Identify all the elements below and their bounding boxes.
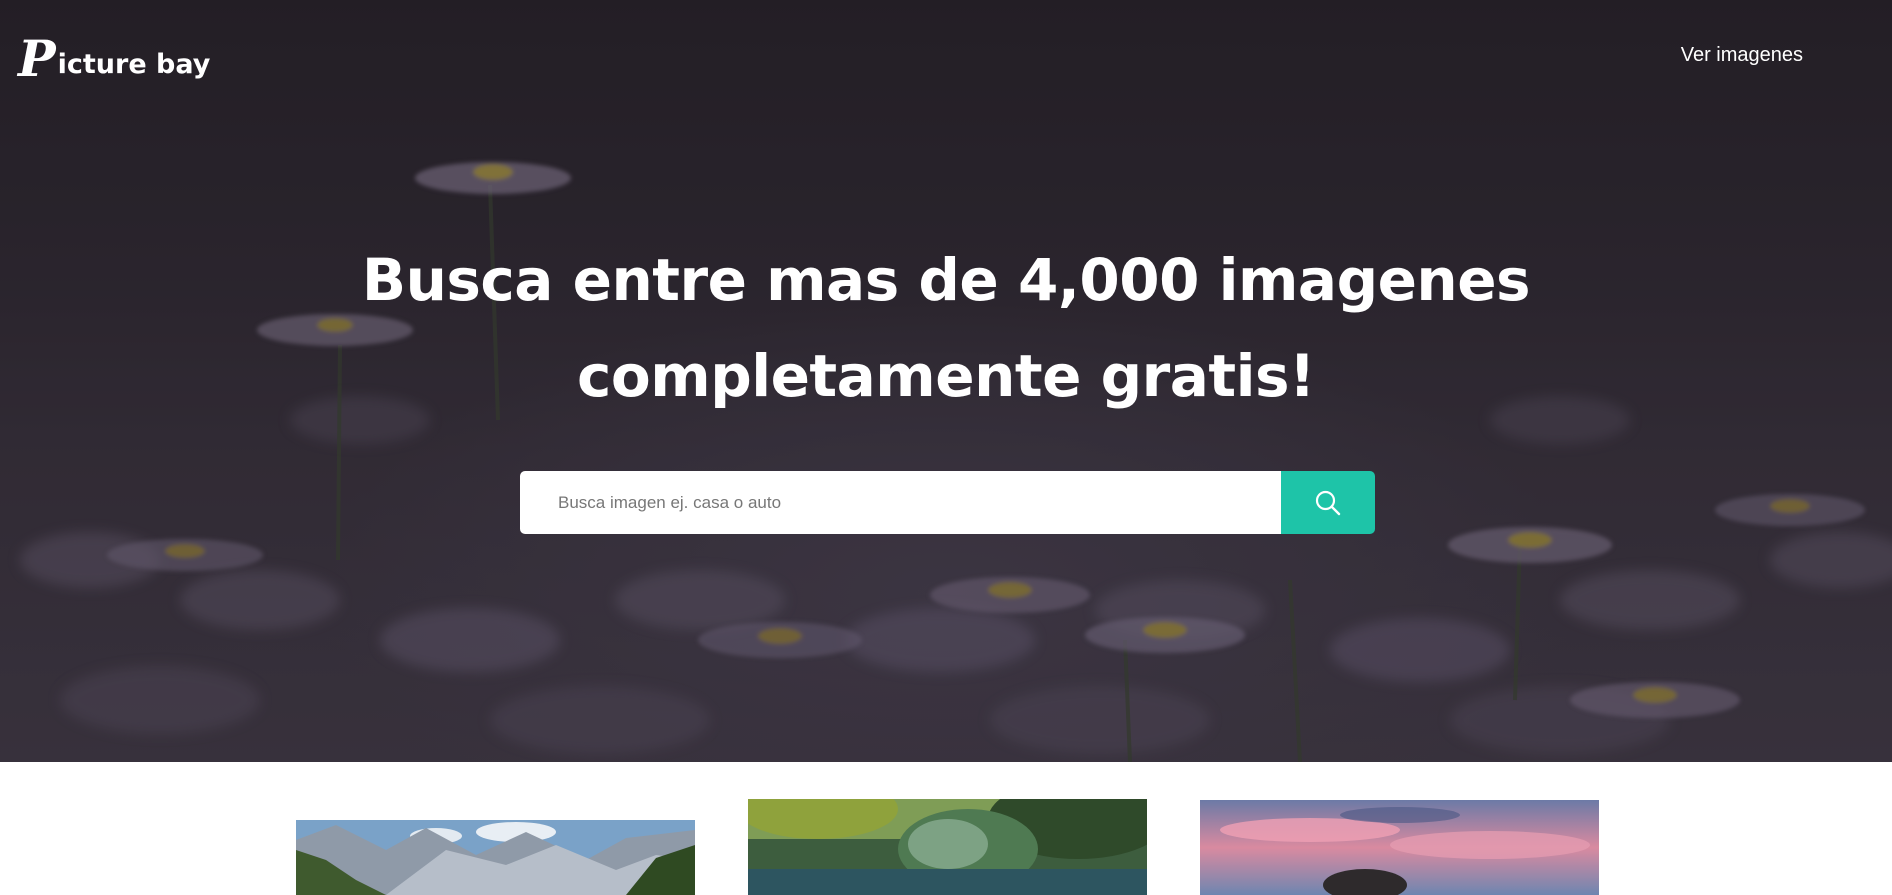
gallery-image-forest[interactable] xyxy=(748,799,1147,895)
site-logo[interactable]: P icture bay xyxy=(18,29,211,88)
logo-text: icture bay xyxy=(57,49,211,80)
search-button[interactable] xyxy=(1281,471,1375,534)
search-form xyxy=(520,471,1375,534)
search-icon xyxy=(1315,490,1341,515)
hero-section: P icture bay Ver imagenes Busca entre ma… xyxy=(0,0,1892,762)
image-gallery xyxy=(0,762,1892,895)
hero-title-line-1: Busca entre mas de 4,000 imagenes xyxy=(361,246,1531,314)
logo-letter: P xyxy=(18,29,56,88)
gallery-image-mountains[interactable] xyxy=(296,820,695,895)
search-input[interactable] xyxy=(520,471,1281,534)
nav-link-view-images[interactable]: Ver imagenes xyxy=(1681,44,1803,67)
hero-title-line-2: completamente gratis! xyxy=(577,342,1315,410)
hero-title: Busca entre mas de 4,000 imagenes comple… xyxy=(0,232,1892,424)
gallery-image-sunset[interactable] xyxy=(1200,800,1599,895)
